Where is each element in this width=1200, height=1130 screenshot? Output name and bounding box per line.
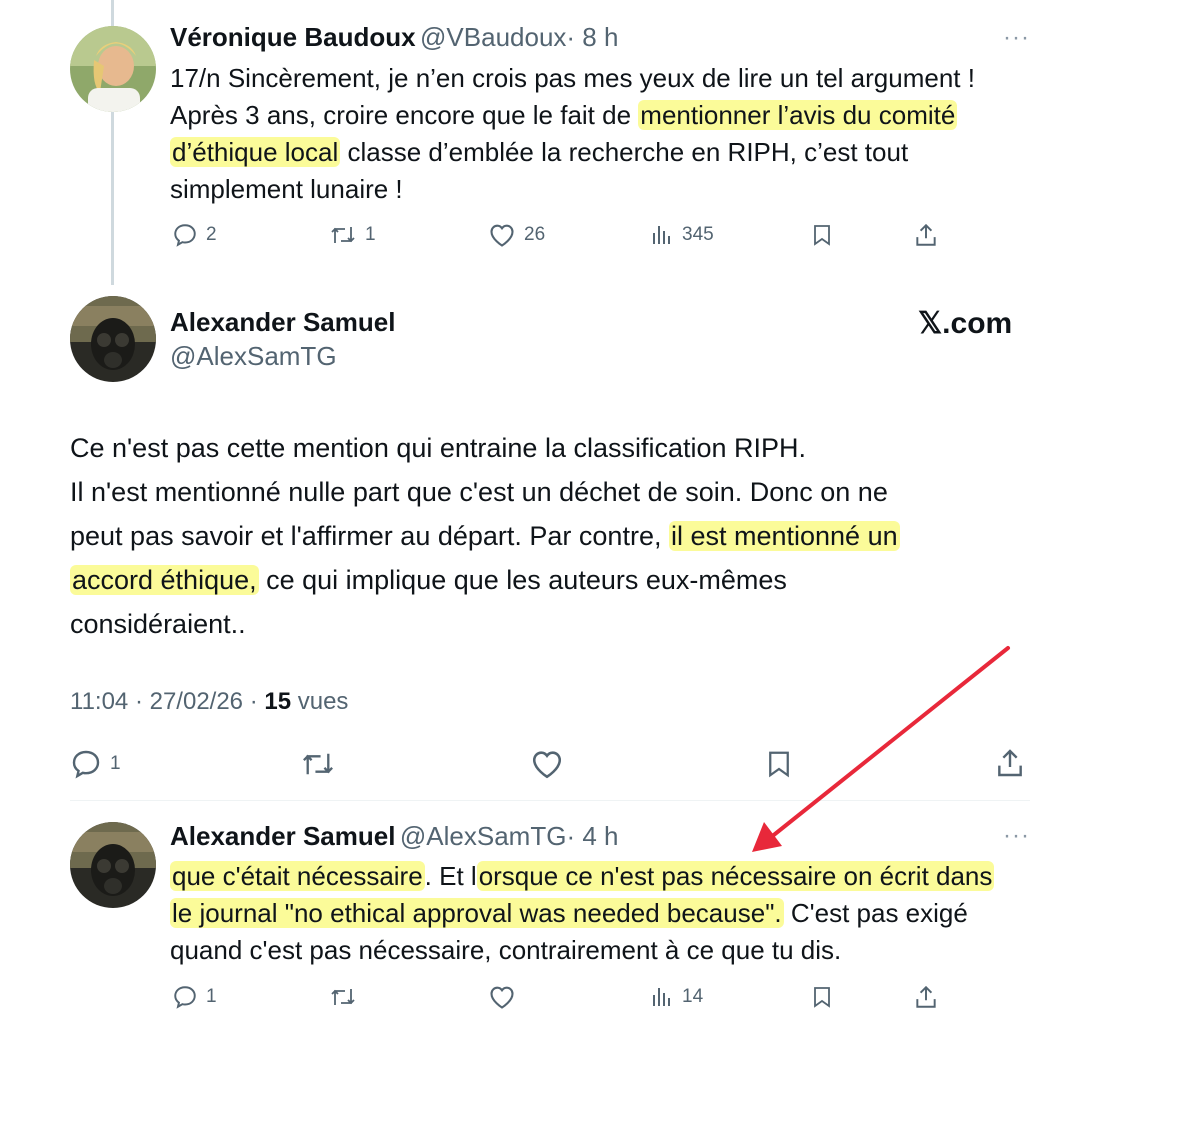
annotation-arrow — [752, 646, 1010, 852]
